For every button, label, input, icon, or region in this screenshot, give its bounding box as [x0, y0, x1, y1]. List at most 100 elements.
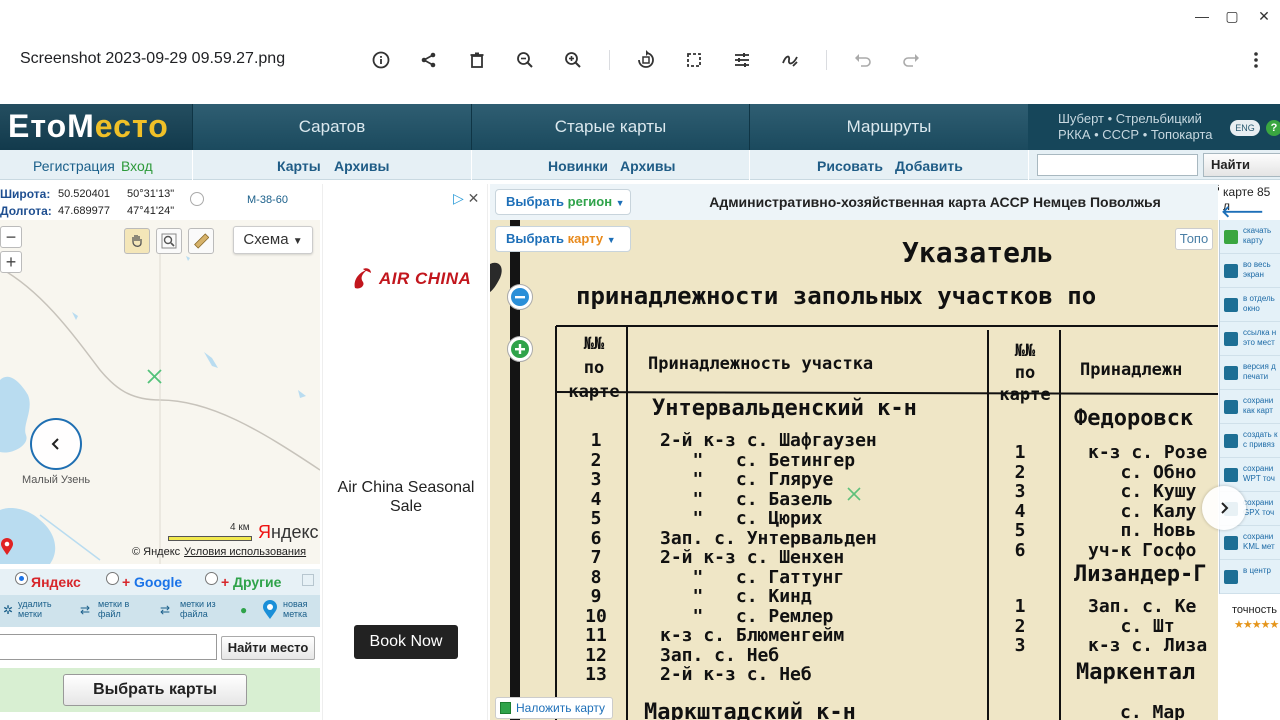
- maps-link[interactable]: Карты: [277, 158, 321, 174]
- map-tool-item[interactable]: сохрани как карт: [1220, 390, 1280, 424]
- place-search-input[interactable]: [0, 634, 217, 660]
- redo-icon[interactable]: [899, 48, 923, 72]
- help-icon[interactable]: ?: [1266, 120, 1280, 136]
- map-tool-item[interactable]: во весь экран: [1220, 254, 1280, 288]
- import-marks-button[interactable]: метки из файла: [180, 599, 216, 619]
- map-tool-label-line: KML мет: [1243, 542, 1275, 551]
- scanned-map-image[interactable]: Указатель принадлежности запольных участ…: [490, 220, 1218, 720]
- provider-google-label[interactable]: Google: [134, 574, 182, 590]
- map-tool-label-line: экран: [1243, 270, 1264, 279]
- export-marks-button[interactable]: метки в файл: [98, 599, 129, 619]
- undo-icon[interactable]: [851, 48, 875, 72]
- row-number: 3: [1014, 635, 1026, 656]
- hand-tool-icon[interactable]: [124, 228, 150, 254]
- rotate-icon[interactable]: [634, 48, 658, 72]
- compass-icon[interactable]: [190, 192, 204, 206]
- find-place-button[interactable]: Найти место: [221, 636, 315, 660]
- map-tool-label-line: сохрани: [1243, 532, 1274, 541]
- provider-other-label[interactable]: Другие: [233, 574, 281, 590]
- nav-tab-routes[interactable]: Маршруты: [749, 104, 1028, 150]
- provider-yandex-radio[interactable]: [15, 572, 28, 585]
- find-maps-button[interactable]: Найти карты: [1203, 153, 1280, 194]
- yandex-logo[interactable]: Яндекс: [258, 522, 319, 543]
- ad-brand-logo[interactable]: AIR CHINA: [351, 266, 471, 292]
- select-region-prefix: Выбрать: [506, 194, 568, 209]
- advertisement[interactable]: ▷ ✕ AIR CHINA Air China Seasonal Sale Bo…: [322, 184, 488, 720]
- ruler-icon[interactable]: [188, 228, 214, 254]
- maximize-button[interactable]: ▢: [1222, 6, 1242, 26]
- nav-tab-saratov[interactable]: Саратов: [192, 104, 471, 150]
- map-tool-item[interactable]: ссылка н это мест: [1220, 322, 1280, 356]
- map-zoom-in-button[interactable]: +: [0, 251, 22, 273]
- scan-zoom-in-button[interactable]: [507, 336, 533, 362]
- select-region-button[interactable]: Выбрать регион ▼: [495, 189, 631, 215]
- map-tool-label-line: сохрани: [1243, 464, 1274, 473]
- login-link[interactable]: Вход: [121, 158, 153, 174]
- select-map-button[interactable]: Выбрать карту ▼: [495, 226, 631, 252]
- map-pin-icon[interactable]: [0, 538, 14, 556]
- zoom-in-icon[interactable]: [561, 48, 585, 72]
- terms-link[interactable]: Условия использования: [184, 546, 306, 558]
- ad-headline[interactable]: Air China Seasonal Sale: [331, 478, 481, 516]
- map-type-select[interactable]: Схема ▼: [233, 226, 313, 254]
- markup-icon[interactable]: [778, 48, 802, 72]
- row-owner: 2-й к-з с. Неб: [660, 664, 812, 685]
- provider-google-radio[interactable]: [106, 572, 119, 585]
- zoom-out-icon[interactable]: [513, 48, 537, 72]
- section-lizander: Лизандер-Г: [1074, 562, 1207, 587]
- map-sheet-link[interactable]: M-38-60: [247, 194, 288, 206]
- overview-map[interactable]: − + Схема ▼ Малый Узень 4 км Яндекс © Ян…: [0, 220, 320, 564]
- register-link[interactable]: Регистрация: [33, 158, 115, 174]
- language-switch[interactable]: ENG: [1230, 120, 1260, 136]
- add-link[interactable]: Добавить: [895, 158, 963, 174]
- map-tool-item[interactable]: версия д печати: [1220, 356, 1280, 390]
- map-search-input[interactable]: [1037, 154, 1198, 176]
- overlay-map-button[interactable]: Наложить карту: [495, 697, 613, 719]
- archives-link[interactable]: Архивы: [334, 158, 389, 174]
- adjust-icon[interactable]: [730, 48, 754, 72]
- carousel-prev-button[interactable]: [30, 418, 82, 470]
- info-icon[interactable]: [369, 48, 393, 72]
- header-map-links[interactable]: Шуберт • Стрельбицкий РККА • СССР • Топо…: [1058, 111, 1212, 143]
- header-links-line-1[interactable]: Шуберт • Стрельбицкий: [1058, 111, 1212, 127]
- map-tool-label-line: с привяз: [1243, 440, 1275, 449]
- header-links-line-2[interactable]: РККА • СССР • Топокарта: [1058, 127, 1212, 143]
- map-tool-label-line: сохрани: [1243, 396, 1274, 405]
- divider: [471, 150, 472, 180]
- minimize-button[interactable]: —: [1192, 6, 1212, 26]
- close-window-button[interactable]: ✕: [1254, 6, 1274, 26]
- ad-choices-icon[interactable]: ▷ ✕: [453, 190, 479, 207]
- map-tool-label-line: создать к: [1243, 430, 1278, 439]
- ad-book-now-button[interactable]: Book Now: [354, 625, 458, 659]
- provider-other-radio[interactable]: [205, 572, 218, 585]
- choose-maps-button[interactable]: Выбрать карты: [63, 674, 247, 706]
- zoom-area-icon[interactable]: [156, 228, 182, 254]
- share-icon[interactable]: [417, 48, 441, 72]
- scan-zoom-out-button[interactable]: [507, 284, 533, 310]
- map-tool-item[interactable]: в центр: [1220, 560, 1280, 594]
- map-tool-label-line: скачать: [1243, 226, 1272, 235]
- old-maps-archives-link[interactable]: Архивы: [620, 158, 675, 174]
- map-tool-item[interactable]: скачать карту: [1220, 220, 1280, 254]
- new-marker-button[interactable]: новая метка: [283, 599, 308, 619]
- section-untervalden: Унтервальденский к-н: [652, 396, 917, 421]
- new-marker-icon: [262, 600, 278, 620]
- map-tool-icon: [1224, 434, 1238, 448]
- provider-yandex-label[interactable]: Яндекс: [31, 574, 81, 590]
- nav-tab-old-maps[interactable]: Старые карты: [471, 104, 749, 150]
- crop-icon[interactable]: [682, 48, 706, 72]
- carousel-next-button[interactable]: [1202, 486, 1246, 530]
- site-logo[interactable]: ЕтоМесто: [0, 104, 192, 150]
- row-owner: 2-й к-з с. Шафгаузен: [660, 430, 877, 451]
- map-tool-item[interactable]: сохрани KML мет: [1220, 526, 1280, 560]
- delete-icon[interactable]: [465, 48, 489, 72]
- map-tool-item[interactable]: создать кс привяз: [1220, 424, 1280, 458]
- topo-toggle-button[interactable]: Топо: [1175, 228, 1213, 250]
- expand-icon[interactable]: [302, 574, 314, 586]
- map-tool-item[interactable]: в отдель окно: [1220, 288, 1280, 322]
- map-zoom-out-button[interactable]: −: [0, 226, 22, 248]
- delete-marks-button[interactable]: удалить метки: [18, 599, 52, 619]
- more-menu-icon[interactable]: [1244, 48, 1268, 72]
- draw-link[interactable]: Рисовать: [817, 158, 883, 174]
- new-maps-link[interactable]: Новинки: [548, 158, 608, 174]
